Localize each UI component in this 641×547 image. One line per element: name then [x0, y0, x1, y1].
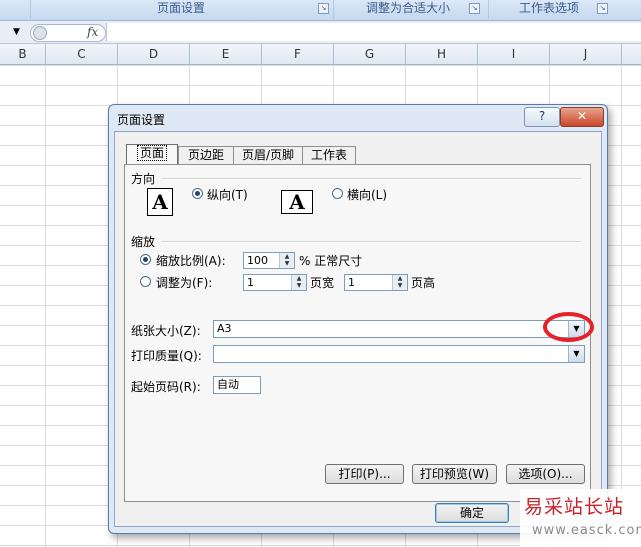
help-button[interactable]: ?: [524, 107, 560, 127]
tab-sheet[interactable]: 工作表: [302, 146, 356, 164]
pages-tall-stepper[interactable]: 1 ▲ ▼: [344, 274, 408, 291]
print-quality-label: 打印质量(Q):: [131, 349, 202, 363]
formula-input[interactable]: [106, 23, 641, 41]
fit-to-radio[interactable]: [140, 276, 151, 287]
tab-label: 页面: [136, 145, 167, 161]
orientation-section-label: 方向: [131, 172, 156, 186]
portrait-radio[interactable]: [192, 188, 203, 199]
column-header[interactable]: I: [478, 44, 550, 64]
insert-function-icon[interactable]: fx: [87, 25, 98, 39]
stepper-buttons[interactable]: ▲ ▼: [392, 275, 407, 290]
ribbon-group-page-setup[interactable]: 页面设置 ↘: [30, 0, 331, 19]
dialog-launcher-icon[interactable]: ↘: [318, 3, 329, 14]
stepper-up-icon[interactable]: ▲: [292, 275, 306, 282]
dialog-body: 页面 页边距 页眉/页脚 工作表 方向 A 纵向(T) A 横向(L) 缩放 缩…: [114, 131, 602, 527]
tab-label: 工作表: [310, 148, 347, 162]
landscape-radio[interactable]: [332, 188, 343, 199]
dialog-launcher-icon[interactable]: ↘: [469, 3, 480, 14]
dialog-launcher-icon[interactable]: ↘: [597, 3, 608, 14]
name-box-dropdown-icon[interactable]: ▼: [13, 27, 20, 37]
adjust-to-stepper[interactable]: 100 ▲ ▼: [243, 252, 295, 269]
column-header[interactable]: E: [190, 44, 262, 64]
paper-size-value: A3: [217, 322, 232, 335]
close-button[interactable]: ✕: [560, 107, 604, 127]
percent-normal-size-label: % 正常尺寸: [299, 254, 363, 268]
stepper-value: 100: [247, 254, 268, 267]
watermark-url: www.easck.com: [532, 523, 641, 538]
divider: [161, 241, 581, 243]
ribbon-group-label: 调整为合适大小: [365, 1, 450, 15]
stepper-down-icon[interactable]: ▼: [292, 282, 306, 289]
column-header[interactable]: H: [406, 44, 478, 64]
stepper-down-icon[interactable]: ▼: [280, 260, 294, 267]
adjust-to-radio[interactable]: [140, 254, 151, 265]
column-header[interactable]: G: [334, 44, 406, 64]
landscape-icon: A: [281, 190, 313, 214]
gridline: [621, 65, 622, 547]
tab-header-footer[interactable]: 页眉/页脚: [233, 146, 303, 164]
first-page-number-input[interactable]: 自动: [213, 376, 261, 394]
stepper-value: 1: [247, 276, 254, 289]
site-watermark: 易采站长站 www.easck.com: [520, 489, 641, 547]
landscape-label[interactable]: 横向(L): [347, 186, 387, 203]
watermark-text: 易采站长站: [524, 496, 625, 518]
column-header[interactable]: F: [262, 44, 334, 64]
paper-size-label: 纸张大小(Z):: [131, 324, 201, 338]
gridline: [45, 65, 46, 547]
column-header[interactable]: C: [46, 44, 118, 64]
formula-tools: fx: [30, 24, 106, 42]
tab-page[interactable]: 页面: [126, 144, 178, 164]
formula-bar-toggle-icon[interactable]: [33, 26, 47, 40]
stepper-value: 1: [348, 276, 355, 289]
column-headers: B C D E F G H I J: [0, 44, 641, 65]
print-preview-button[interactable]: 打印预览(W): [412, 464, 497, 484]
page-tab-panel: 方向 A 纵向(T) A 横向(L) 缩放 缩放比例(A): 100 ▲ ▼ % …: [124, 164, 591, 502]
chevron-down-icon[interactable]: ▼: [568, 346, 584, 362]
ribbon-group-sheet-options[interactable]: 工作表选项 ↘: [488, 0, 609, 19]
tab-label: 页边距: [187, 148, 224, 162]
stepper-buttons[interactable]: ▲ ▼: [279, 253, 294, 268]
portrait-label[interactable]: 纵向(T): [207, 186, 248, 203]
pages-wide-label: 页宽: [310, 276, 335, 290]
paper-size-select[interactable]: A3 ▼: [213, 320, 585, 338]
print-quality-select[interactable]: ▼: [213, 345, 585, 363]
column-header[interactable]: D: [118, 44, 190, 64]
stepper-up-icon[interactable]: ▲: [280, 253, 294, 260]
highlight-ring: [543, 312, 594, 342]
options-button[interactable]: 选项(O)...: [506, 464, 585, 484]
pages-wide-stepper[interactable]: 1 ▲ ▼: [243, 274, 307, 291]
column-header[interactable]: B: [0, 44, 46, 64]
page-setup-dialog: 页面设置 ? ✕ 页面 页边距 页眉/页脚 工作表 方向 A 纵向(T) A 横…: [108, 104, 608, 534]
first-page-number-label: 起始页码(R):: [131, 380, 201, 394]
stepper-up-icon[interactable]: ▲: [393, 275, 407, 282]
first-page-number-value: 自动: [217, 378, 239, 391]
ribbon-group-scale-to-fit[interactable]: 调整为合适大小 ↘: [333, 0, 482, 19]
pages-tall-label: 页高: [411, 276, 436, 290]
portrait-icon: A: [147, 188, 173, 216]
ribbon-strip: 页面设置 ↘ 调整为合适大小 ↘ 工作表选项 ↘: [0, 0, 641, 21]
stepper-down-icon[interactable]: ▼: [393, 282, 407, 289]
ribbon-group-label: 页面设置: [156, 1, 205, 15]
scaling-section-label: 缩放: [131, 235, 156, 249]
column-header[interactable]: J: [550, 44, 622, 64]
print-button[interactable]: 打印(P)...: [325, 464, 404, 484]
adjust-to-label[interactable]: 缩放比例(A):: [156, 252, 226, 269]
ribbon-group-label: 工作表选项: [518, 1, 579, 15]
formula-bar: ▼ fx: [0, 21, 641, 44]
tab-margins[interactable]: 页边距: [178, 146, 234, 164]
ok-button[interactable]: 确定: [435, 503, 509, 523]
tab-label: 页眉/页脚: [241, 148, 295, 162]
dialog-title: 页面设置: [117, 113, 166, 127]
fit-to-label[interactable]: 调整为(F):: [156, 274, 212, 291]
stepper-buttons[interactable]: ▲ ▼: [291, 275, 306, 290]
divider: [161, 178, 581, 180]
